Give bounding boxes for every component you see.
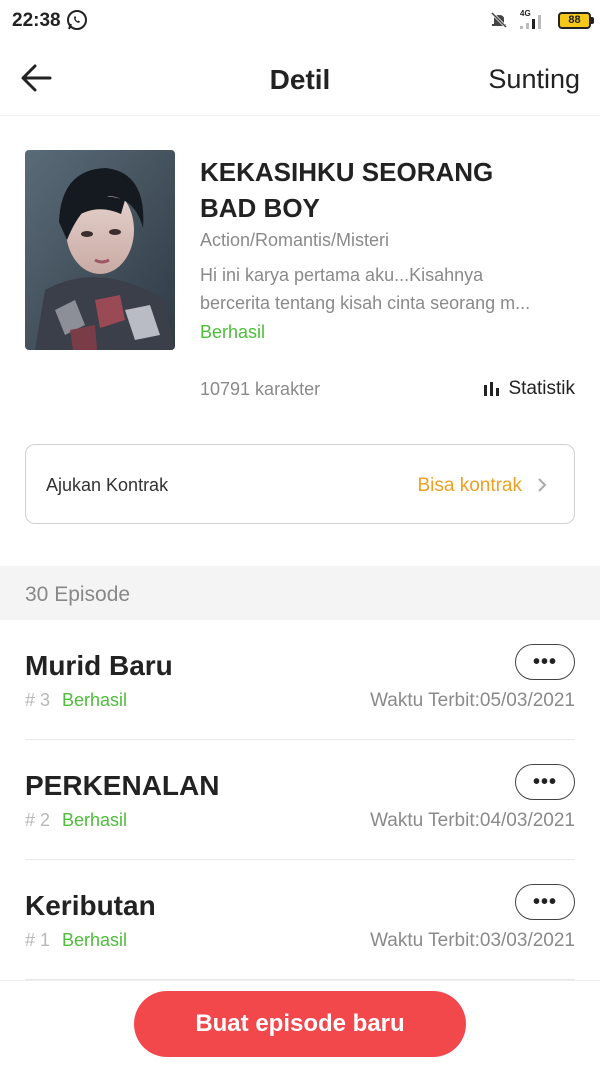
create-episode-button[interactable]: Buat episode baru bbox=[134, 991, 466, 1057]
episode-publish-date: Waktu Terbit:04/03/2021 bbox=[370, 810, 575, 831]
episode-item[interactable]: Murid Baru # 3 Berhasil Waktu Terbit:05/… bbox=[25, 620, 575, 740]
more-options-button[interactable]: ••• bbox=[515, 764, 575, 800]
chevron-right-icon bbox=[538, 478, 547, 492]
episode-publish-date: Waktu Terbit:05/03/2021 bbox=[370, 690, 575, 711]
book-status-badge: Berhasil bbox=[200, 322, 266, 342]
arrow-left-icon[interactable] bbox=[18, 57, 58, 97]
statistics-button[interactable]: Statistik bbox=[484, 378, 575, 400]
episode-status: Berhasil bbox=[62, 810, 128, 830]
mute-icon bbox=[490, 11, 508, 29]
contract-status: Bisa kontrak bbox=[417, 475, 522, 496]
episode-item[interactable]: PERKENALAN # 2 Berhasil Waktu Terbit:04/… bbox=[25, 740, 575, 860]
network-type-label: 4G bbox=[520, 9, 531, 18]
contract-card[interactable]: Ajukan Kontrak Bisa kontrak bbox=[25, 444, 575, 524]
app-header: Detil Sunting bbox=[0, 42, 600, 116]
book-genres: Action/Romantis/Misteri bbox=[200, 230, 390, 250]
episode-status: Berhasil bbox=[62, 690, 128, 710]
more-options-button[interactable]: ••• bbox=[515, 644, 575, 680]
book-description-line: bercerita tentang kisah cinta seorang m.… bbox=[200, 293, 531, 313]
book-cover-image bbox=[25, 150, 175, 350]
episode-number: # 2 bbox=[25, 810, 51, 830]
episode-number: # 3 bbox=[25, 690, 51, 710]
edit-button[interactable]: Sunting bbox=[488, 64, 580, 95]
episode-count: 30 Episode bbox=[25, 583, 131, 606]
episode-title: Keributan bbox=[25, 890, 156, 921]
more-options-button[interactable]: ••• bbox=[515, 884, 575, 920]
status-time: 22:38 bbox=[12, 10, 61, 31]
whatsapp-icon bbox=[67, 10, 87, 30]
contract-label: Ajukan Kontrak bbox=[46, 475, 169, 495]
book-title: KEKASIHKU SEORANG BAD BOY bbox=[200, 157, 494, 223]
battery-icon: 88 bbox=[558, 12, 594, 29]
status-bar: 22:38 4G 88 bbox=[0, 0, 600, 42]
episode-title: Murid Baru bbox=[25, 650, 173, 681]
book-description: Hi ini karya pertama aku...Kisahnya berc… bbox=[200, 261, 578, 317]
bottom-action-bar: Buat episode baru bbox=[0, 980, 600, 1067]
statistics-label: Statistik bbox=[508, 378, 575, 399]
episode-publish-date: Waktu Terbit:03/03/2021 bbox=[370, 930, 575, 951]
episode-item[interactable]: Keributan # 1 Berhasil Waktu Terbit:03/0… bbox=[25, 860, 575, 980]
episode-section-header: 30 Episode bbox=[0, 566, 600, 620]
character-count: 10791 karakter bbox=[200, 379, 321, 399]
episode-title: PERKENALAN bbox=[25, 770, 220, 801]
bar-chart-icon bbox=[484, 382, 500, 396]
signal-icon: 4G bbox=[520, 9, 541, 29]
episode-number: # 1 bbox=[25, 930, 51, 950]
episode-status: Berhasil bbox=[62, 930, 128, 950]
book-description-line: Hi ini karya pertama aku...Kisahnya bbox=[200, 265, 484, 285]
